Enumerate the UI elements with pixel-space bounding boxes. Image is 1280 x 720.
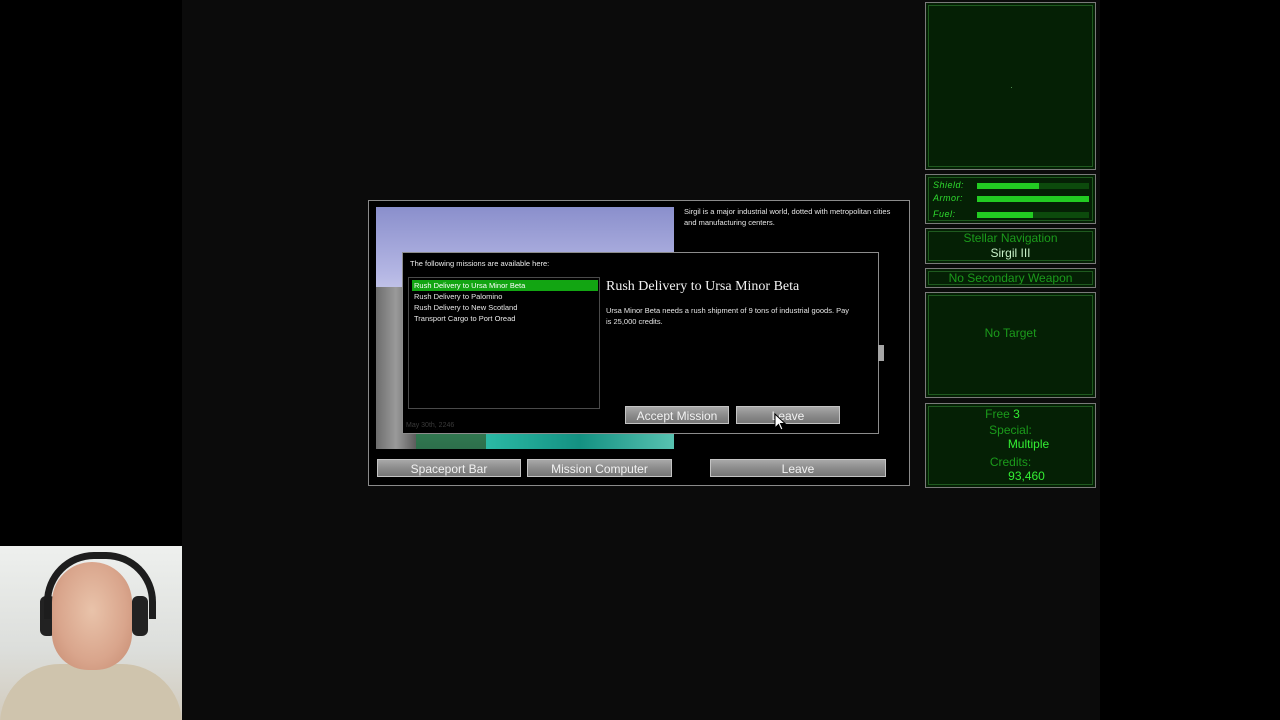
special-label: Special: [989, 423, 1032, 437]
game-date: May 30th, 2246 [406, 422, 455, 429]
mission-list-item[interactable]: Rush Delivery to Palomino [412, 291, 598, 302]
shield-bar-fill [977, 183, 1039, 189]
target-panel: No Target [925, 292, 1096, 398]
headphone-band [44, 552, 156, 619]
spaceport-bar-button[interactable]: Spaceport Bar [377, 459, 521, 477]
navigation-destination: Sirgil III [990, 246, 1031, 260]
special-value: Multiple [1007, 437, 1050, 451]
target-text: No Target [984, 326, 1037, 340]
radar-display [925, 2, 1096, 170]
secondary-weapon-text: No Secondary Weapon [948, 271, 1073, 285]
mission-computer-button[interactable]: Mission Computer [527, 459, 672, 477]
radar-blip [1011, 87, 1012, 88]
credits-value: 93,460 [1008, 469, 1045, 483]
mission-list-item[interactable]: Transport Cargo to Port Oread [412, 313, 598, 324]
cargo-credits-panel: Free 3 Special: Multiple Credits: 93,460 [925, 403, 1096, 488]
shield-bar [977, 183, 1089, 189]
accept-mission-button[interactable]: Accept Mission [625, 406, 729, 424]
mission-list-heading: The following missions are available her… [410, 259, 550, 268]
mouse-cursor-icon [774, 413, 787, 431]
mission-description: Ursa Minor Beta needs a rush shipment of… [606, 306, 850, 326]
planet-description: Sirgil is a major industrial world, dott… [684, 207, 891, 227]
cargo-free-row: Free 3 [918, 407, 1087, 421]
navigation-label: Stellar Navigation [963, 231, 1058, 245]
armor-bar [977, 196, 1089, 202]
armor-label: Armor: [933, 193, 963, 203]
mission-list[interactable]: Rush Delivery to Ursa Minor Beta Rush De… [408, 277, 600, 409]
leave-planet-button[interactable]: Leave [710, 459, 886, 477]
ship-status-panel: Shield: Armor: Fuel: [925, 174, 1096, 224]
hidden-button-edge [878, 345, 884, 361]
secondary-weapon-panel: No Secondary Weapon [925, 268, 1096, 288]
person-torso [0, 664, 182, 720]
leave-dialog-button[interactable]: Leave [736, 406, 840, 424]
mission-list-item[interactable]: Rush Delivery to Ursa Minor Beta [412, 280, 598, 291]
webcam-overlay [0, 546, 182, 720]
mission-title: Rush Delivery to Ursa Minor Beta [606, 279, 800, 294]
fuel-bar [977, 212, 1089, 218]
fuel-bar-fill [977, 212, 1033, 218]
mission-list-item[interactable]: Rush Delivery to New Scotland [412, 302, 598, 313]
shield-label: Shield: [933, 180, 965, 190]
credits-label: Credits: [989, 455, 1032, 469]
armor-bar-fill [977, 196, 1089, 202]
fuel-label: Fuel: [933, 209, 956, 219]
cargo-free-label: Free [985, 407, 1010, 421]
cargo-free-value: 3 [1013, 407, 1020, 421]
navigation-panel: Stellar Navigation Sirgil III [925, 228, 1096, 264]
